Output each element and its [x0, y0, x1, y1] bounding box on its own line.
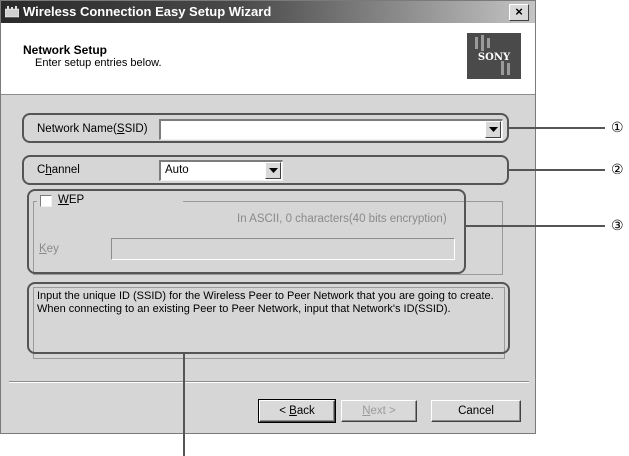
callout-number-3: ③ [611, 217, 624, 233]
callout-number-1: ① [611, 119, 624, 135]
callout-lines [183, 127, 605, 456]
callout-number-2: ② [611, 161, 624, 177]
